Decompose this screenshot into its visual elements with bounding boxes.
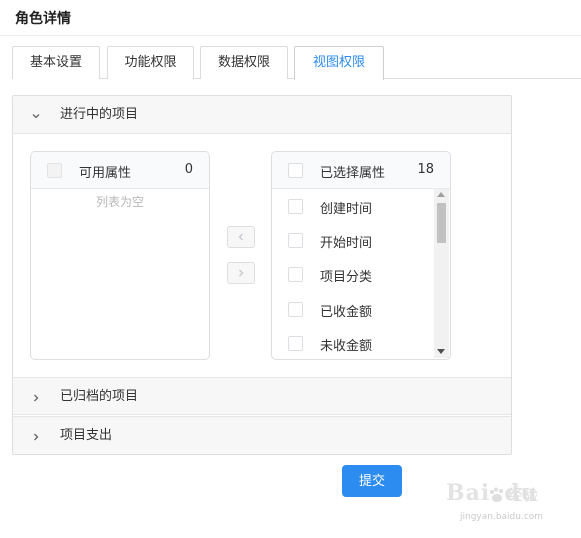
select-all-selected-checkbox[interactable] [288, 163, 303, 178]
chevron-right-icon [31, 378, 41, 416]
list-scrollbar[interactable] [434, 189, 449, 358]
panel-header-project-expenses[interactable]: 项目支出 [13, 416, 511, 454]
available-list-title: 可用属性 [79, 166, 132, 181]
watermark-url: jingyan.baidu.com [460, 512, 544, 522]
paw-logo-icon [490, 487, 503, 502]
chevron-down-icon [31, 96, 41, 134]
item-label: 项目分类 [320, 270, 373, 285]
tab-function-permissions[interactable]: 功能权限 [107, 46, 194, 79]
item-checkbox[interactable] [288, 233, 303, 248]
item-checkbox[interactable] [288, 302, 303, 317]
watermark-cn-text: 经验 [508, 486, 539, 504]
panel-label: 已归档的项目 [60, 389, 139, 404]
chevron-left-icon [238, 233, 243, 240]
selected-count: 18 [417, 162, 434, 177]
baidu-jingyan-watermark: Bai du 经验 jingyan.baidu.com [440, 478, 565, 528]
permission-collapse: 进行中的项目 可用属性 0 列表为空 已选择属性 18 创建时间 开始时间 项目… [12, 95, 512, 455]
item-label: 未收金额 [320, 339, 373, 354]
available-count: 0 [184, 162, 193, 177]
panel-label: 项目支出 [60, 428, 113, 443]
item-label: 开始时间 [320, 236, 373, 251]
panel-header-archived-projects[interactable]: 已归档的项目 [13, 377, 511, 415]
tab-view-permissions[interactable]: 视图权限 [294, 46, 384, 80]
selected-list-title: 已选择属性 [320, 166, 386, 181]
list-item[interactable]: 项目分类 [272, 258, 432, 292]
scroll-thumb[interactable] [437, 203, 446, 243]
move-left-button[interactable] [227, 226, 255, 248]
list-item[interactable]: 已收金额 [272, 293, 432, 327]
empty-list-text: 列表为空 [95, 195, 144, 209]
list-item[interactable]: 创建时间 [272, 190, 432, 224]
item-checkbox[interactable] [288, 267, 303, 282]
list-header: 已选择属性 18 [272, 152, 450, 189]
panel-header-active-projects[interactable]: 进行中的项目 [13, 96, 511, 134]
item-label: 创建时间 [320, 202, 373, 217]
move-right-button[interactable] [227, 262, 255, 284]
tab-data-permissions[interactable]: 数据权限 [200, 46, 288, 79]
list-header: 可用属性 0 [31, 152, 209, 189]
selected-attributes-list: 已选择属性 18 创建时间 开始时间 项目分类 已收金额 未收金额 [271, 151, 451, 360]
chevron-right-icon [239, 269, 244, 276]
scroll-down-arrow-icon[interactable] [437, 349, 445, 354]
item-checkbox[interactable] [288, 336, 303, 351]
page-title: 角色详情 [15, 11, 71, 27]
item-checkbox[interactable] [288, 199, 303, 214]
submit-button[interactable]: 提交 [342, 465, 402, 497]
chevron-right-icon [31, 417, 41, 455]
scroll-up-arrow-icon[interactable] [437, 192, 445, 197]
tab-basic-settings[interactable]: 基本设置 [12, 46, 100, 79]
panel-label: 进行中的项目 [60, 107, 139, 122]
list-item[interactable]: 未收金额 [272, 327, 432, 359]
available-attributes-list: 可用属性 0 列表为空 [30, 151, 210, 360]
tab-bar: 基本设置 功能权限 数据权限 视图权限 [12, 46, 581, 80]
item-label: 已收金额 [320, 305, 373, 320]
select-all-available-checkbox[interactable] [47, 163, 62, 178]
title-divider [0, 35, 581, 36]
list-item[interactable]: 开始时间 [272, 224, 432, 258]
